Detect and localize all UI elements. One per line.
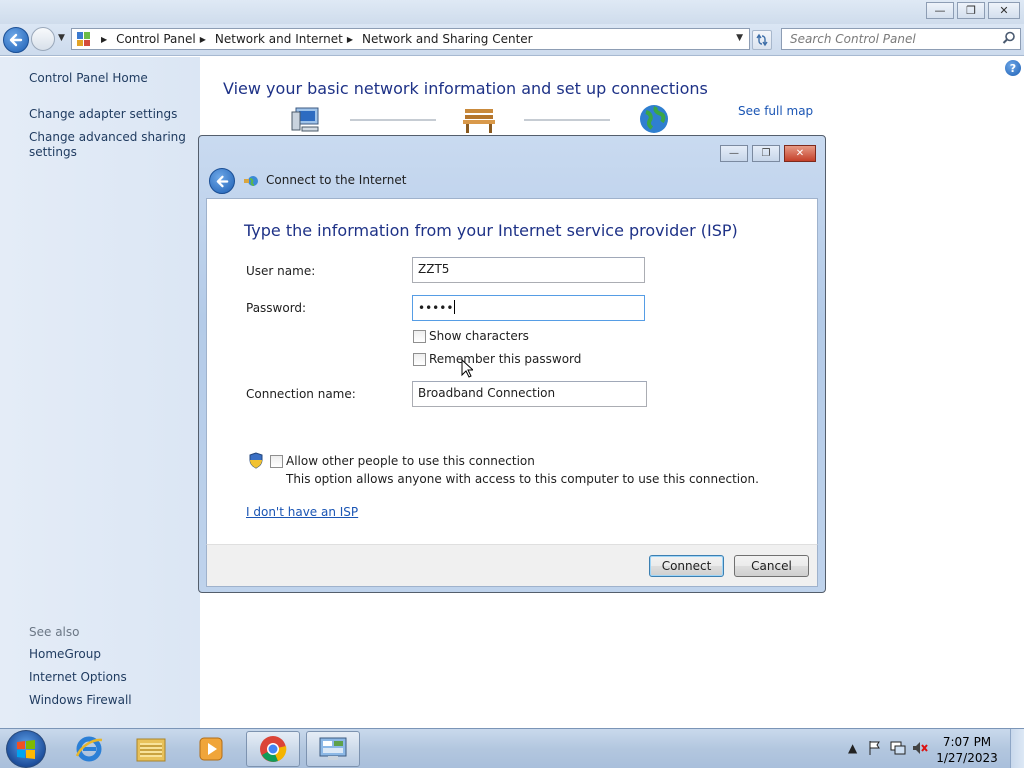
password-field[interactable]: ••••• xyxy=(412,295,645,321)
action-center-flag-icon[interactable] xyxy=(868,740,882,756)
computer-icon xyxy=(291,107,319,132)
allow-others-label[interactable]: Allow other people to use this connectio… xyxy=(286,454,535,468)
media-player-icon xyxy=(199,737,223,761)
breadcrumb-control-panel[interactable]: Control Panel xyxy=(116,32,196,46)
show-characters-label[interactable]: Show characters xyxy=(429,329,529,343)
control-panel-home-link[interactable]: Control Panel Home xyxy=(29,71,194,86)
refresh-icon xyxy=(756,33,768,47)
minimize-button[interactable]: — xyxy=(926,2,954,19)
allow-others-checkbox[interactable] xyxy=(270,455,283,468)
maximize-button[interactable]: ❐ xyxy=(957,2,985,19)
dialog-maximize-button[interactable]: ❐ xyxy=(752,145,780,162)
dialog-window-controls: — ❐ ✕ xyxy=(720,145,816,162)
network-icon[interactable] xyxy=(890,740,906,756)
change-advanced-sharing-link[interactable]: Change advanced sharing settings xyxy=(29,130,194,160)
password-label: Password: xyxy=(246,301,307,315)
dialog-footer: Connect Cancel xyxy=(206,544,818,587)
dialog-back-button[interactable] xyxy=(209,168,235,194)
refresh-button[interactable] xyxy=(752,30,772,50)
dialog-title: Connect to the Internet xyxy=(266,173,407,187)
password-value: ••••• xyxy=(418,301,454,315)
internet-explorer-icon xyxy=(75,736,103,762)
remember-password-label[interactable]: Remember this password xyxy=(429,352,581,366)
back-arrow-icon xyxy=(9,33,23,47)
task-pane: Control Panel Home Change adapter settin… xyxy=(0,57,200,728)
cancel-button[interactable]: Cancel xyxy=(734,555,809,577)
forward-button[interactable] xyxy=(31,27,55,51)
no-isp-link[interactable]: I don't have an ISP xyxy=(246,505,358,519)
homegroup-link[interactable]: HomeGroup xyxy=(29,647,194,662)
connection-name-value: Broadband Connection xyxy=(418,386,556,400)
see-full-map-link[interactable]: See full map xyxy=(738,104,813,118)
window-controls: — ❐ ✕ xyxy=(926,2,1020,19)
clock-date: 1/27/2023 xyxy=(936,751,998,765)
address-bar[interactable]: ▶ Control Panel ▶ Network and Internet ▶… xyxy=(71,28,750,50)
breadcrumb-chevron-icon[interactable]: ▶ xyxy=(101,35,107,44)
address-dropdown-icon[interactable]: ▼ xyxy=(736,33,743,43)
dialog-heading: Type the information from your Internet … xyxy=(244,221,738,240)
network-connection-icon xyxy=(244,176,258,186)
uac-shield-icon xyxy=(249,452,263,469)
windows-firewall-link[interactable]: Windows Firewall xyxy=(29,693,194,708)
window-titlebar: — ❐ ✕ xyxy=(0,0,1024,24)
show-characters-checkbox[interactable] xyxy=(413,330,426,343)
connection-name-field[interactable]: Broadband Connection xyxy=(412,381,647,407)
mouse-cursor-icon xyxy=(461,359,473,378)
search-placeholder: Search Control Panel xyxy=(790,32,916,46)
taskbar-media-player[interactable] xyxy=(184,731,238,767)
start-button[interactable] xyxy=(6,730,46,768)
volume-muted-icon[interactable] xyxy=(912,740,928,756)
connect-to-internet-dialog: — ❐ ✕ Connect to the Internet Type the i… xyxy=(198,135,826,593)
breadcrumb-network-sharing-center[interactable]: Network and Sharing Center xyxy=(362,32,533,46)
windows-logo-icon xyxy=(17,740,35,759)
connect-button[interactable]: Connect xyxy=(649,555,724,577)
navigation-bar: ▼ ▶ Control Panel ▶ Network and Internet… xyxy=(0,24,1024,56)
show-desktop-button[interactable] xyxy=(1010,729,1024,768)
close-button[interactable]: ✕ xyxy=(988,2,1020,19)
show-hidden-icons-icon[interactable]: ▲ xyxy=(848,741,857,755)
taskbar-control-panel[interactable] xyxy=(306,731,360,767)
allow-others-note: This option allows anyone with access to… xyxy=(286,472,759,486)
internet-options-link[interactable]: Internet Options xyxy=(29,670,194,685)
remember-password-checkbox[interactable] xyxy=(413,353,426,366)
change-adapter-settings-link[interactable]: Change adapter settings xyxy=(29,107,194,122)
username-label: User name: xyxy=(246,264,316,278)
taskbar: ▲ 7:07 PM 1/27/2023 xyxy=(0,728,1024,768)
username-value: ZZT5 xyxy=(418,262,450,276)
taskbar-clock[interactable]: 7:07 PM 1/27/2023 xyxy=(932,734,1002,766)
see-also-heading: See also xyxy=(29,625,80,639)
dialog-minimize-button[interactable]: — xyxy=(720,145,748,162)
dialog-close-button[interactable]: ✕ xyxy=(784,145,816,162)
control-panel-icon xyxy=(319,737,347,760)
search-icon[interactable] xyxy=(1002,31,1016,45)
connection-name-label: Connection name: xyxy=(246,387,356,401)
breadcrumb-network-and-internet[interactable]: Network and Internet xyxy=(215,32,343,46)
search-input[interactable]: Search Control Panel xyxy=(781,28,1021,50)
page-title: View your basic network information and … xyxy=(223,79,708,98)
back-button[interactable] xyxy=(3,27,29,53)
back-arrow-icon xyxy=(216,175,228,187)
dialog-body: Type the information from your Internet … xyxy=(206,198,818,544)
control-panel-icon xyxy=(77,32,91,46)
chrome-icon xyxy=(260,736,287,762)
system-tray: ▲ 7:07 PM 1/27/2023 xyxy=(834,729,1024,768)
breadcrumb-chevron-icon[interactable]: ▶ xyxy=(347,35,353,44)
network-map xyxy=(290,103,670,137)
taskbar-windows-explorer[interactable] xyxy=(124,731,178,767)
text-caret xyxy=(454,300,456,314)
clock-time: 7:07 PM xyxy=(942,735,992,749)
username-field[interactable]: ZZT5 xyxy=(412,257,645,283)
taskbar-chrome[interactable] xyxy=(246,731,300,767)
recent-pages-dropdown[interactable]: ▼ xyxy=(58,33,65,43)
help-icon[interactable]: ? xyxy=(1005,60,1021,76)
internet-globe-icon xyxy=(640,105,668,133)
taskbar-internet-explorer[interactable] xyxy=(62,731,116,767)
network-bench-icon xyxy=(463,109,495,133)
breadcrumb-chevron-icon[interactable]: ▶ xyxy=(200,35,206,44)
folder-icon xyxy=(136,738,166,762)
